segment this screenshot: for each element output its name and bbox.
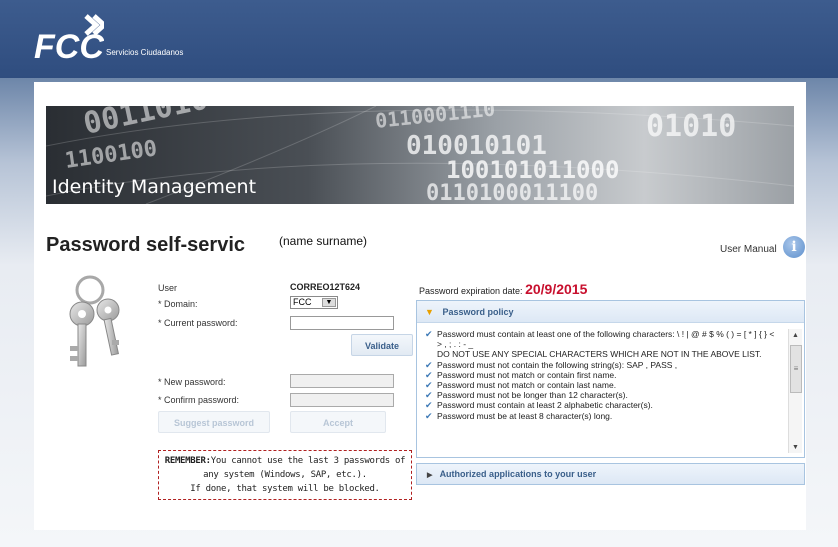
expand-triangle-icon: ▼	[425, 307, 434, 317]
scroll-up-icon[interactable]: ▲	[792, 332, 799, 339]
password-policy-panel: ▼ Password policy ✔ Password must contain…	[416, 300, 805, 458]
checkmark-icon: ✔	[425, 369, 433, 380]
fcc-logo: FCC	[34, 14, 104, 64]
remember-line-1: You cannot use the last 3 passwords of	[210, 456, 406, 466]
scroll-down-icon[interactable]: ▼	[792, 444, 799, 451]
confirm-password-input[interactable]	[290, 393, 394, 407]
policy-rule-text: DO NOT USE ANY SPECIAL CHARACTERS WHICH …	[437, 349, 762, 360]
banner-title: Identity Management	[52, 176, 257, 198]
policy-rule-text: Password must contain at least 2 alphabe…	[437, 400, 653, 411]
checkmark-icon: ✔	[425, 390, 433, 401]
expiration-date: 20/9/2015	[525, 281, 588, 297]
remember-notice: REMEMBER:You cannot use the last 3 passw…	[158, 450, 412, 500]
remember-line-2: any system (Windows, SAP, etc.).	[203, 470, 367, 480]
collapse-triangle-icon: ▶	[427, 472, 433, 479]
keys-icon	[69, 275, 120, 367]
main-card: 0011010 1100100 0110001110 010010101 100…	[34, 82, 806, 530]
authorized-applications-title: Authorized applications to your user	[439, 469, 597, 479]
checkmark-icon: ✔	[425, 359, 433, 370]
new-password-label: * New password:	[158, 377, 226, 387]
current-password-label: * Current password:	[158, 318, 238, 328]
password-policy-header[interactable]: ▼ Password policy	[417, 301, 804, 323]
expiration-label: Password expiration date:	[419, 286, 523, 296]
user-manual-link[interactable]: User Manual	[720, 244, 777, 255]
suggest-password-button[interactable]: Suggest password	[158, 411, 270, 433]
svg-text:100101011000: 100101011000	[446, 156, 619, 184]
policy-rules-list: ✔ Password must contain at least one of t…	[425, 329, 777, 451]
checkmark-icon: ✔	[425, 329, 433, 339]
policy-rule: ✔ Password must not be longer than 12 cha…	[425, 390, 777, 400]
confirm-password-label: * Confirm password:	[158, 395, 240, 405]
svg-text:0110100011100: 0110100011100	[426, 181, 598, 204]
checkmark-icon: ✔	[425, 410, 433, 421]
policy-scrollbar[interactable]: ▲ ≡ ▼	[788, 329, 802, 453]
scroll-thumb[interactable]: ≡	[790, 345, 802, 393]
policy-rule-text: Password must not contain the following …	[437, 359, 678, 370]
policy-rule-text: Password must not match or contain first…	[437, 369, 617, 380]
user-label: User	[158, 283, 178, 293]
policy-rule: ✔ Password must not match or contain firs…	[425, 370, 777, 380]
checkmark-icon: ✔	[425, 400, 433, 411]
policy-rule: ✔ Password must contain at least 2 alphab…	[425, 400, 777, 410]
domain-value: FCC	[293, 297, 312, 307]
policy-rule-text: Password must contain at least one of th…	[437, 329, 775, 350]
policy-rule-text: Password must not match or contain last …	[437, 380, 617, 391]
policy-rule: ✔ Password must not contain the following…	[425, 360, 777, 370]
logo-subtitle: Servicios Ciudadanos	[106, 48, 184, 57]
policy-rule: ✔ Password must be at least 8 character(s…	[425, 411, 777, 421]
validate-button[interactable]: Validate	[351, 334, 413, 356]
policy-rule: ✔ Password must contain at least one of t…	[425, 329, 777, 349]
chevron-down-icon: ▼	[322, 298, 336, 307]
password-policy-title: Password policy	[442, 307, 514, 317]
remember-prefix: REMEMBER:	[164, 456, 211, 466]
policy-rule: ✔ Password must not match or contain last…	[425, 380, 777, 390]
identity-banner: 0011010 1100100 0110001110 010010101 100…	[46, 106, 794, 204]
new-password-input[interactable]	[290, 374, 394, 388]
policy-rule-text: Password must not be longer than 12 char…	[437, 390, 628, 401]
page-title: Password self-servic	[46, 234, 245, 256]
policy-rule: DO NOT USE ANY SPECIAL CHARACTERS WHICH …	[425, 349, 777, 359]
checkmark-icon: ✔	[425, 380, 433, 391]
remember-line-3: If done, that system will be blocked.	[190, 484, 380, 494]
authorized-applications-header[interactable]: ▶ Authorized applications to your user	[416, 463, 805, 485]
accept-button[interactable]: Accept	[290, 411, 386, 433]
domain-label: * Domain:	[158, 299, 198, 309]
svg-text:1100100: 1100100	[63, 136, 158, 174]
top-header-bar	[0, 0, 838, 78]
expiration-info: Password expiration date: 20/9/2015	[419, 281, 587, 297]
svg-text:01010: 01010	[646, 109, 736, 144]
policy-rule-text: Password must be at least 8 character(s)…	[437, 410, 613, 421]
info-icon[interactable]: i	[783, 236, 805, 258]
name-surname-label: (name surname)	[277, 234, 370, 248]
domain-select[interactable]: FCC ▼	[290, 296, 338, 309]
user-value: CORREO12T624	[290, 282, 361, 292]
current-password-input[interactable]	[290, 316, 394, 330]
